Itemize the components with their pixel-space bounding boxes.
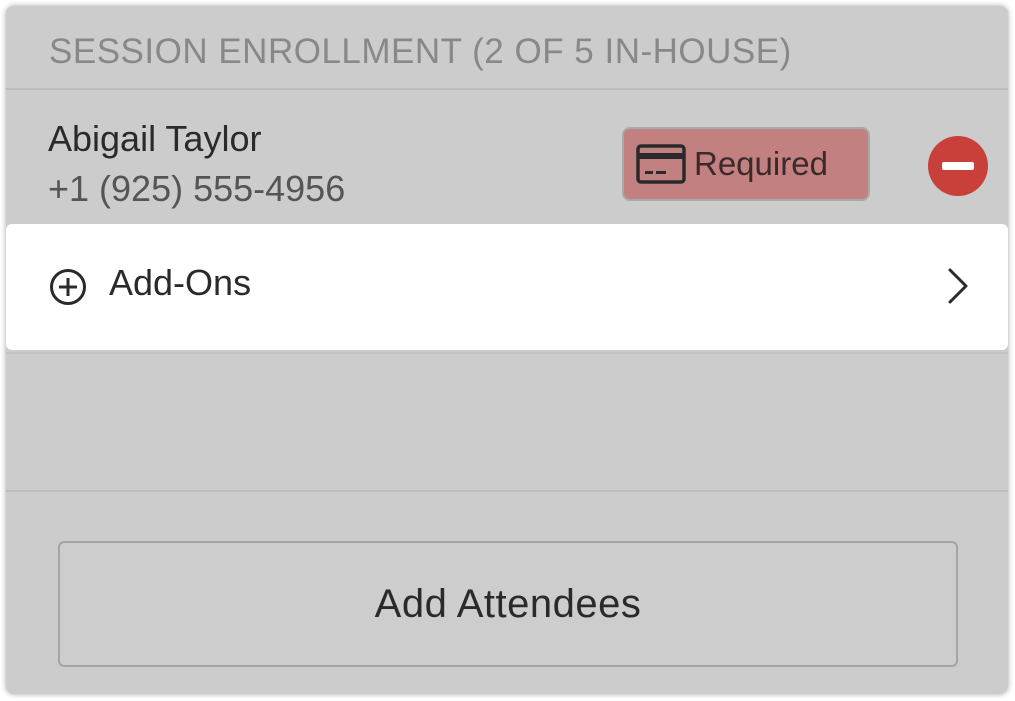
session-enrollment-panel: SESSION ENROLLMENT (2 OF 5 IN-HOUSE) Abi… (6, 6, 1008, 694)
attendee-phone: +1 (925) 555-4956 (48, 168, 346, 209)
attendee-row: Abigail Taylor +1 (925) 555-4956 Require… (6, 90, 1008, 224)
credit-card-icon (636, 144, 686, 184)
section-header-title: SESSION ENROLLMENT (2 OF 5 IN-HOUSE) (49, 32, 792, 71)
attendee-name: Abigail Taylor (48, 118, 262, 159)
addons-label: Add-Ons (109, 262, 252, 303)
chevron-right-icon (948, 268, 968, 304)
add-attendees-label: Add Attendees (374, 581, 642, 626)
remove-attendee-button[interactable] (928, 136, 988, 196)
minus-circle-icon (942, 162, 974, 170)
payment-required-label: Required (694, 145, 828, 182)
add-attendees-button[interactable]: Add Attendees (58, 541, 958, 667)
empty-attendee-area (6, 352, 1008, 492)
payment-required-button[interactable]: Required (622, 127, 870, 201)
addons-row[interactable]: Add-Ons (6, 224, 1008, 350)
section-header: SESSION ENROLLMENT (2 OF 5 IN-HOUSE) (6, 6, 1008, 90)
plus-circle-icon (50, 269, 86, 305)
